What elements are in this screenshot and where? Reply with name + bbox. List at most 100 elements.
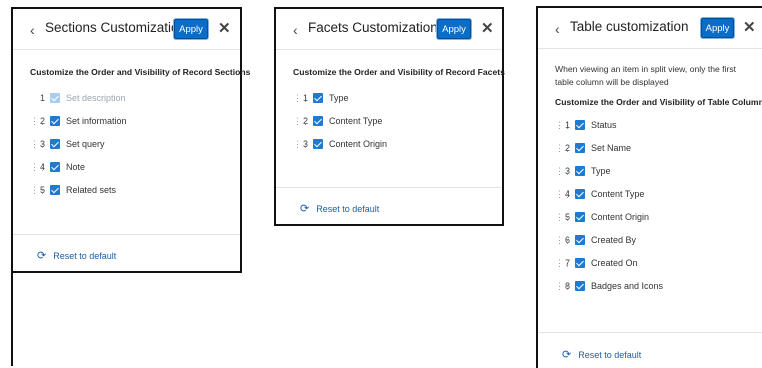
reset-to-default-button[interactable]: ⟳ Reset to default: [562, 348, 641, 361]
list-item[interactable]: ⋮⋮ 3 Set query: [30, 137, 105, 151]
drag-handle-icon[interactable]: ⋮⋮: [555, 166, 572, 177]
checkbox-checked-icon[interactable]: [50, 162, 60, 172]
item-label: Type: [329, 93, 349, 103]
list-item[interactable]: ⋮⋮ 3 Type: [555, 164, 611, 178]
drag-handle-icon[interactable]: ⋮⋮: [293, 93, 310, 104]
item-number: 1: [303, 93, 309, 103]
item-number: 2: [40, 116, 46, 126]
list-item: 1 Set description: [30, 91, 126, 105]
close-icon[interactable]: ✕: [218, 19, 231, 37]
item-label: Type: [591, 166, 611, 176]
split-view-note: When viewing an item in split view, only…: [555, 64, 737, 87]
item-label: Content Type: [591, 189, 645, 199]
list-item[interactable]: ⋮⋮ 6 Created By: [555, 233, 636, 247]
list-item[interactable]: ⋮⋮ 3 Content Origin: [293, 137, 387, 151]
drag-handle-icon[interactable]: ⋮⋮: [555, 120, 572, 131]
item-number: 3: [40, 139, 46, 149]
close-icon[interactable]: ✕: [743, 18, 756, 36]
item-label: Set information: [66, 116, 127, 126]
sections-customization-panel: ‹ Sections Customization Apply ✕ Customi…: [11, 7, 250, 273]
checkbox-checked-icon[interactable]: [313, 139, 323, 149]
item-label: Set description: [66, 93, 126, 103]
item-number: 1: [40, 93, 46, 103]
drag-handle-icon[interactable]: ⋮⋮: [30, 185, 47, 196]
checkbox-checked-icon[interactable]: [575, 212, 585, 222]
item-label: Note: [66, 162, 86, 172]
item-number: 2: [565, 143, 571, 153]
item-label: Content Origin: [329, 139, 388, 149]
item-number: 1: [565, 120, 571, 130]
reset-label: Reset to default: [578, 349, 642, 360]
item-number: 4: [565, 189, 571, 199]
apply-button[interactable]: Apply: [701, 18, 734, 38]
checkbox-checked-icon[interactable]: [313, 93, 323, 103]
drag-handle-icon[interactable]: ⋮⋮: [293, 139, 310, 150]
panel-title: Table customization: [570, 19, 689, 34]
drag-handle-icon[interactable]: ⋮⋮: [30, 162, 47, 173]
item-label: Content Type: [329, 116, 383, 126]
list-item[interactable]: ⋮⋮ 1 Type: [293, 91, 349, 105]
item-label: Status: [591, 120, 617, 130]
checkbox-checked-icon[interactable]: [575, 235, 585, 245]
footer-divider: [13, 234, 240, 235]
item-number: 7: [565, 258, 571, 268]
checkbox-checked-icon: [50, 93, 60, 103]
reset-to-default-button[interactable]: ⟳ Reset to default: [37, 249, 116, 262]
drag-handle-icon[interactable]: ⋮⋮: [555, 258, 572, 269]
list-item[interactable]: ⋮⋮ 4 Content Type: [555, 187, 644, 201]
item-label: Created By: [591, 235, 637, 245]
apply-button[interactable]: Apply: [174, 19, 208, 39]
checkbox-checked-icon[interactable]: [50, 139, 60, 149]
list-item[interactable]: ⋮⋮ 2 Set Name: [555, 141, 631, 155]
frame-border: [11, 271, 13, 366]
drag-handle-icon[interactable]: ⋮⋮: [555, 212, 572, 223]
header-divider: [276, 49, 502, 50]
refresh-icon: ⟳: [300, 203, 310, 215]
drag-handle-icon[interactable]: ⋮⋮: [555, 281, 572, 292]
drag-handle-icon[interactable]: ⋮⋮: [30, 139, 47, 150]
list-item[interactable]: ⋮⋮ 7 Created On: [555, 256, 638, 270]
item-label: Set query: [66, 139, 105, 149]
checkbox-checked-icon[interactable]: [575, 258, 585, 268]
panel-title: Facets Customization: [308, 20, 438, 35]
item-number: 8: [565, 281, 571, 291]
reset-to-default-button[interactable]: ⟳ Reset to default: [300, 202, 379, 215]
list-item[interactable]: ⋮⋮ 2 Set information: [30, 114, 127, 128]
list-item[interactable]: ⋮⋮ 4 Note: [30, 160, 85, 174]
back-icon[interactable]: ‹: [293, 22, 298, 38]
list-item[interactable]: ⋮⋮ 5 Content Origin: [555, 210, 649, 224]
checkbox-checked-icon[interactable]: [575, 189, 585, 199]
checkbox-checked-icon[interactable]: [575, 120, 585, 130]
panel-title: Sections Customization: [45, 20, 187, 35]
item-label: Created On: [591, 258, 638, 268]
drag-handle-icon[interactable]: ⋮⋮: [293, 116, 310, 127]
item-number: 5: [40, 185, 46, 195]
apply-button[interactable]: Apply: [437, 19, 471, 39]
checkbox-checked-icon[interactable]: [575, 166, 585, 176]
panel-subtitle: Customize the Order and Visibility of Ta…: [555, 97, 762, 107]
drag-handle-icon[interactable]: ⋮⋮: [555, 143, 572, 154]
panel-subtitle: Customize the Order and Visibility of Re…: [30, 67, 251, 77]
back-icon[interactable]: ‹: [555, 21, 560, 37]
list-item[interactable]: ⋮⋮ 1 Status: [555, 118, 617, 132]
panel-subtitle: Customize the Order and Visibility of Re…: [293, 67, 505, 77]
checkbox-checked-icon[interactable]: [313, 116, 323, 126]
header-divider: [538, 48, 762, 49]
drag-handle-icon[interactable]: ⋮⋮: [30, 116, 47, 127]
close-icon[interactable]: ✕: [481, 19, 494, 37]
checkbox-checked-icon[interactable]: [50, 185, 60, 195]
item-number: 4: [40, 162, 46, 172]
checkbox-checked-icon[interactable]: [575, 281, 585, 291]
checkbox-checked-icon[interactable]: [50, 116, 60, 126]
item-label: Content Origin: [591, 212, 650, 222]
list-item[interactable]: ⋮⋮ 8 Badges and Icons: [555, 279, 663, 293]
list-item[interactable]: ⋮⋮ 5 Related sets: [30, 183, 116, 197]
panel-header: ‹ Table customization Apply ✕: [538, 8, 762, 48]
list-item[interactable]: ⋮⋮ 2 Content Type: [293, 114, 382, 128]
drag-handle-icon[interactable]: ⋮⋮: [555, 235, 572, 246]
back-icon[interactable]: ‹: [30, 22, 35, 38]
checkbox-checked-icon[interactable]: [575, 143, 585, 153]
drag-handle-icon[interactable]: ⋮⋮: [555, 189, 572, 200]
panel-header: ‹ Sections Customization Apply ✕: [13, 9, 240, 49]
item-number: 3: [565, 166, 571, 176]
